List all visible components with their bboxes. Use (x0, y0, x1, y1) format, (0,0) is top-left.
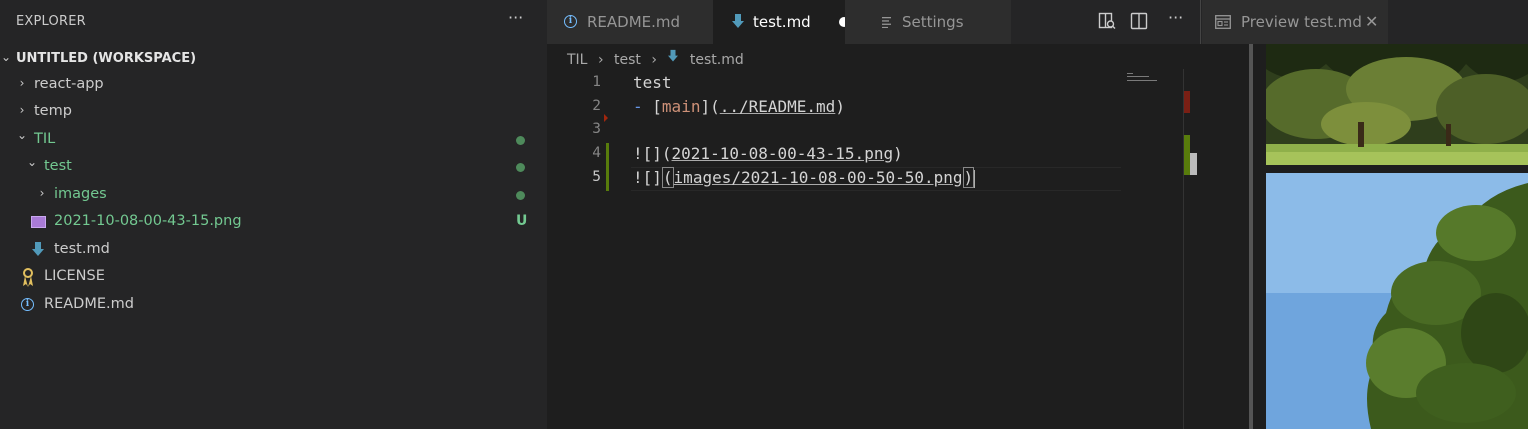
workspace-root[interactable]: ⌄ UNTITLED (WORKSPACE) (0, 45, 547, 72)
tab-preview[interactable]: Preview test.md ✕ (1202, 0, 1388, 44)
code-bracket: ( (661, 167, 674, 188)
tree-item-label: README.md (44, 296, 134, 312)
tab-label: Settings (902, 13, 964, 31)
tree-item-label: TIL (34, 131, 56, 147)
line-number: 2 (592, 98, 601, 114)
tree-item-label: react-app (34, 76, 104, 92)
settings-list-icon (882, 17, 891, 28)
markdown-icon (732, 14, 744, 28)
code-bracket: ) (962, 167, 975, 188)
editor-tab-bar: i README.md test.md Settings ··· (547, 0, 1200, 44)
tree-item-label: test (44, 158, 72, 174)
ellipsis-icon[interactable]: ··· (508, 8, 523, 27)
chevron-right-icon: › (39, 186, 45, 200)
license-icon (23, 268, 33, 287)
tab-label: Preview test.md (1241, 13, 1362, 31)
code-link-text: main (661, 97, 701, 116)
tab-label: test.md (753, 13, 811, 31)
code-image-prefix: ![]( (633, 144, 672, 163)
line-number: 4 (592, 145, 601, 161)
tree-item-test[interactable]: ⌄ test (0, 154, 547, 181)
code-link-url[interactable]: 2021-10-08-00-43-15.png (672, 144, 894, 163)
scrollbar-deletion-mark (1184, 91, 1190, 113)
tree-item-label: LICENSE (44, 268, 105, 284)
tree-item-images[interactable]: › images (0, 182, 547, 209)
added-lines-gutter[interactable] (606, 143, 609, 191)
tab-readme[interactable]: i README.md (547, 0, 713, 44)
close-icon[interactable]: ✕ (1365, 12, 1378, 31)
info-icon: i (564, 15, 577, 28)
info-icon: i (21, 298, 34, 311)
preview-tab-bar: Preview test.md ✕ (1200, 0, 1528, 44)
breadcrumb-item[interactable]: TIL (567, 52, 587, 68)
code-bracket: ) (893, 144, 903, 163)
tree-item-label: images (54, 186, 107, 202)
more-actions-icon[interactable]: ··· (1168, 8, 1183, 27)
tab-settings[interactable]: Settings (845, 0, 1011, 44)
tree-item-png[interactable]: 2021-10-08-00-43-15.png U (0, 209, 547, 236)
workspace-label: UNTITLED (WORKSPACE) (16, 51, 197, 66)
tree-item-react-app[interactable]: › react-app (0, 72, 547, 99)
code-bracket: ) (835, 97, 845, 116)
modified-dot (516, 136, 525, 145)
tree-item-label: test.md (54, 241, 110, 257)
chevron-right-icon: › (19, 103, 25, 117)
markdown-icon (668, 49, 679, 62)
code-link-url[interactable]: ../README.md (720, 97, 836, 116)
split-editor-icon[interactable] (1130, 12, 1148, 30)
preview-scrollbar[interactable] (1249, 44, 1253, 429)
tree-item-til[interactable]: ⌄ TIL (0, 127, 547, 154)
code-bracket: ]( (700, 97, 720, 116)
tree-item-license[interactable]: LICENSE (0, 264, 547, 291)
breadcrumb-item[interactable]: test (614, 52, 641, 68)
breadcrumb-separator: › (597, 52, 604, 68)
code-bullet: - (633, 97, 643, 116)
open-preview-icon[interactable] (1098, 12, 1116, 30)
line-number: 5 (592, 169, 601, 185)
image-file-icon (31, 216, 46, 228)
code-line-4: ![](2021-10-08-00-43-15.png) (633, 144, 903, 163)
preview-image-1 (1266, 44, 1528, 165)
code-bracket: [ (652, 97, 662, 116)
code-image-prefix: ![] (633, 168, 662, 187)
code-editor[interactable]: 1 2 3 4 5 test - [main](../README.md) ![… (547, 69, 1200, 429)
chevron-down-icon: ⌄ (26, 155, 38, 169)
markdown-icon (32, 242, 44, 256)
chevron-right-icon: › (19, 76, 25, 90)
breadcrumb-separator: › (651, 52, 657, 68)
markdown-preview[interactable] (1201, 44, 1528, 429)
tree-item-label: temp (34, 103, 72, 119)
explorer-sidebar: EXPLORER ··· ⌄ UNTITLED (WORKSPACE) › re… (0, 0, 547, 429)
explorer-header: EXPLORER ··· (0, 0, 547, 44)
code-text: test (633, 73, 672, 92)
deleted-lines-marker[interactable] (604, 114, 608, 122)
text-cursor (974, 169, 976, 188)
tree-item-label: 2021-10-08-00-43-15.png (54, 213, 242, 229)
code-line-5: ![](images/2021-10-08-00-50-50.png) (633, 167, 976, 188)
tree-item-readme[interactable]: i README.md (0, 292, 547, 319)
tree-item-test-md[interactable]: test.md (0, 237, 547, 264)
tab-test-md[interactable]: test.md (713, 0, 849, 44)
explorer-title: EXPLORER (16, 14, 86, 29)
editor-scrollbar[interactable] (1183, 69, 1198, 429)
modified-dot (516, 163, 525, 172)
breadcrumb-item[interactable]: test.md (690, 52, 744, 68)
code-link-url[interactable]: images/2021-10-08-00-50-50.png (674, 168, 963, 187)
code-line-2: - [main](../README.md) (633, 97, 845, 116)
preview-image-2 (1266, 173, 1528, 429)
tree-item-temp[interactable]: › temp (0, 99, 547, 126)
chevron-down-icon: ⌄ (16, 128, 28, 142)
line-number: 3 (592, 121, 601, 137)
modified-dot (516, 191, 525, 200)
preview-icon (1215, 15, 1231, 29)
untracked-badge: U (516, 213, 528, 229)
line-number: 1 (592, 74, 601, 90)
chevron-down-icon: ⌄ (0, 50, 12, 64)
code-line-1: test (633, 73, 672, 92)
scrollbar-cursor-mark (1190, 153, 1197, 175)
minimap[interactable] (1121, 69, 1183, 429)
tab-label: README.md (587, 13, 681, 31)
breadcrumb: TIL › test › test.md (567, 49, 744, 69)
